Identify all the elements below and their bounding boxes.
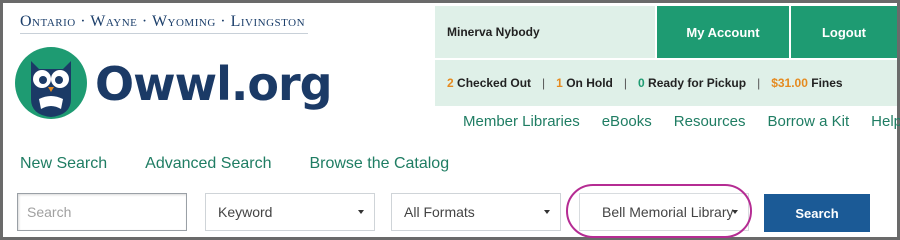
my-account-button[interactable]: My Account xyxy=(657,6,789,58)
library-value: Bell Memorial Library xyxy=(602,204,734,220)
nav-help[interactable]: Help xyxy=(871,113,900,130)
status-separator: | xyxy=(757,76,761,90)
ready-label: Ready for Pickup xyxy=(648,76,747,90)
search-links: New Search Advanced Search Browse the Ca… xyxy=(20,155,487,173)
format-select[interactable]: All Formats xyxy=(391,193,561,231)
user-name: Minerva Nybody xyxy=(447,25,540,39)
search-type-select[interactable]: Keyword xyxy=(205,193,375,231)
fines-amount: $31.00 xyxy=(771,76,808,90)
on-hold-count: 1 xyxy=(556,76,563,90)
counties-tagline: Ontario · Wayne · Wyoming · Livingston xyxy=(20,13,306,30)
advanced-search-link[interactable]: Advanced Search xyxy=(145,155,271,173)
format-value: All Formats xyxy=(404,204,475,220)
chevron-down-icon xyxy=(358,210,364,214)
status-separator: | xyxy=(542,76,546,90)
new-search-link[interactable]: New Search xyxy=(20,155,107,173)
search-type-value: Keyword xyxy=(218,204,273,220)
page-frame: Ontario · Wayne · Wyoming · Livingston O… xyxy=(0,0,900,240)
status-separator: | xyxy=(623,76,627,90)
on-hold-status[interactable]: 1 On Hold xyxy=(556,76,613,90)
on-hold-label: On Hold xyxy=(566,76,613,90)
nav-borrow-a-kit[interactable]: Borrow a Kit xyxy=(767,113,849,130)
fines-status[interactable]: $31.00 Fines xyxy=(771,76,842,90)
nav-ebooks[interactable]: eBooks xyxy=(602,113,652,130)
library-select[interactable]: Bell Memorial Library xyxy=(579,193,749,231)
checked-out-count: 2 xyxy=(447,76,454,90)
fines-label: Fines xyxy=(811,76,843,90)
chevron-down-icon xyxy=(544,210,550,214)
ready-count: 0 xyxy=(638,76,645,90)
tagline-divider xyxy=(20,33,308,34)
nav-resources[interactable]: Resources xyxy=(674,113,746,130)
search-button[interactable]: Search xyxy=(764,194,870,232)
ready-pickup-status[interactable]: 0 Ready for Pickup xyxy=(638,76,746,90)
checked-out-label: Checked Out xyxy=(457,76,532,90)
top-nav: Member Libraries eBooks Resources Borrow… xyxy=(463,113,900,130)
checked-out-status[interactable]: 2 Checked Out xyxy=(447,76,531,90)
chevron-down-icon xyxy=(732,210,738,214)
user-name-panel: Minerva Nybody xyxy=(435,6,655,58)
owl-logo-icon[interactable] xyxy=(15,43,87,123)
search-input[interactable] xyxy=(17,193,187,231)
brand-name[interactable]: Owwl.org xyxy=(95,59,333,109)
account-status-bar: 2 Checked Out | 1 On Hold | 0 Ready for … xyxy=(435,60,897,106)
browse-catalog-link[interactable]: Browse the Catalog xyxy=(309,155,449,173)
logout-button[interactable]: Logout xyxy=(791,6,897,58)
nav-member-libraries[interactable]: Member Libraries xyxy=(463,113,580,130)
